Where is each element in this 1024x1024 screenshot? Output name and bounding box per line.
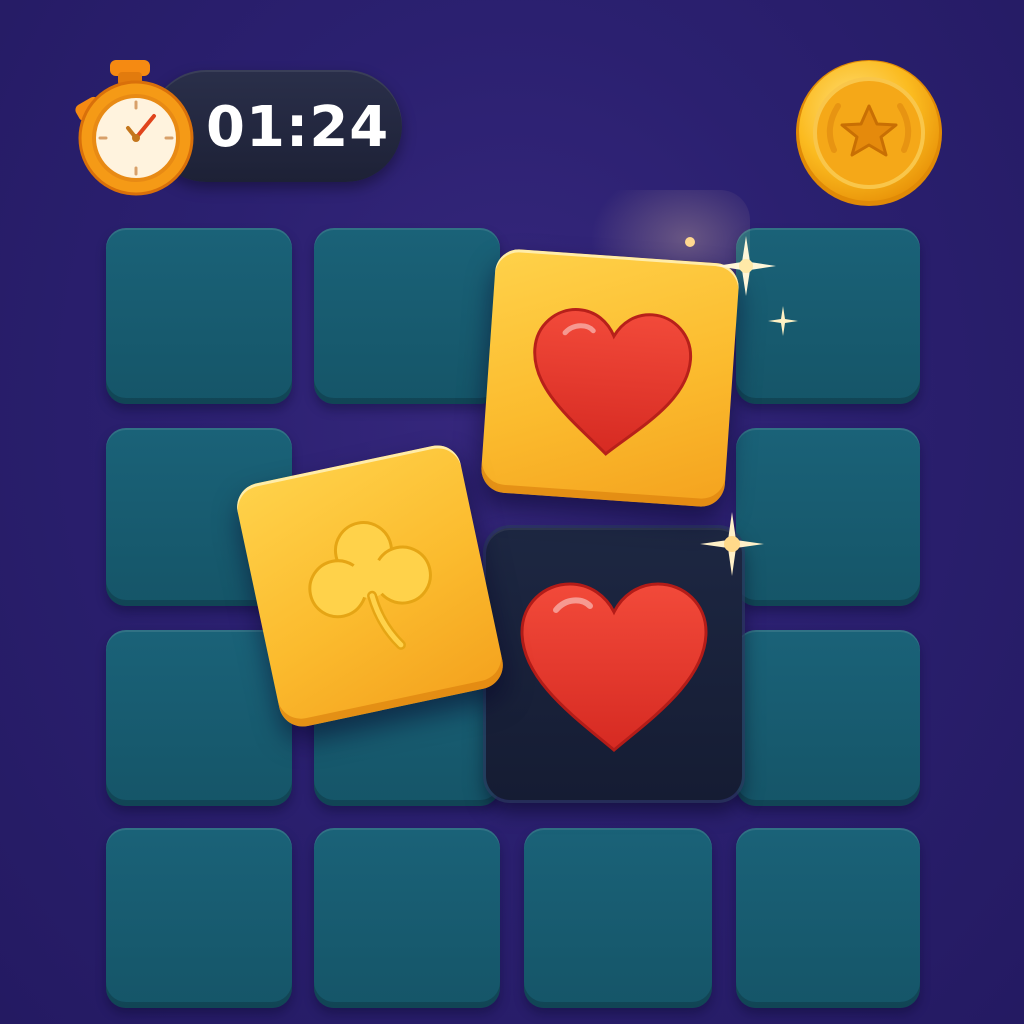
card-tile[interactable] xyxy=(106,828,292,1008)
flipped-heart-card[interactable] xyxy=(479,247,741,509)
timer-display: 01:24 xyxy=(206,95,390,160)
card-tile[interactable] xyxy=(106,630,292,806)
card-tile[interactable] xyxy=(524,828,712,1008)
card-tile[interactable] xyxy=(736,828,920,1008)
card-tile[interactable] xyxy=(106,228,292,404)
sparkle-icon xyxy=(700,512,764,576)
stopwatch-icon xyxy=(75,60,194,196)
heart-icon xyxy=(533,308,692,456)
card-tile[interactable] xyxy=(314,828,500,1008)
heart-icon xyxy=(520,582,708,752)
clover-icon xyxy=(308,521,432,650)
sparkle-icon xyxy=(716,236,776,296)
sparkle-icon xyxy=(768,306,798,336)
sparkle-icon xyxy=(685,237,695,247)
card-tile[interactable] xyxy=(314,228,500,404)
card-tile[interactable] xyxy=(736,630,920,806)
star-coin-icon[interactable] xyxy=(794,58,944,208)
